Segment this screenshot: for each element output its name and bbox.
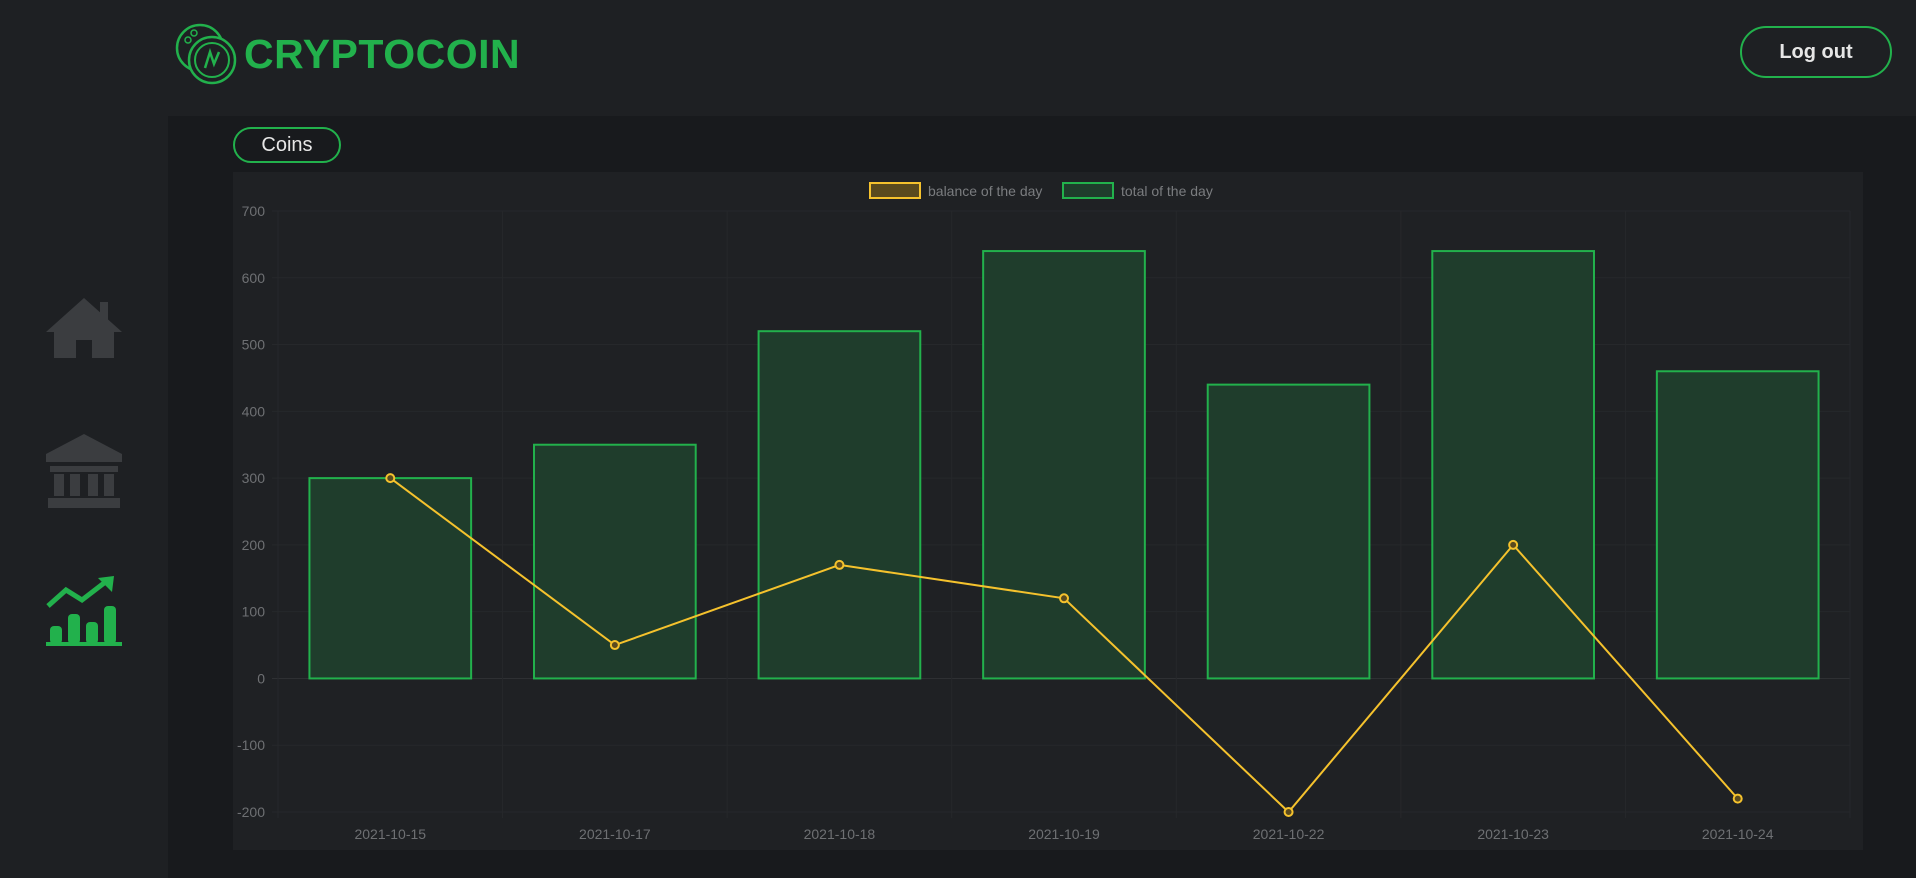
home-icon xyxy=(46,298,122,358)
chart-panel: 700 600 500 400 300 200 100 0 -100 -200 2021-10-15… xyxy=(233,172,1863,850)
point-balance-of-the-day xyxy=(1283,807,1294,817)
point-balance-of-the-day xyxy=(834,559,845,570)
x-tick-label: 2021-10-15 xyxy=(354,826,426,842)
y-tick-label: 100 xyxy=(242,604,266,620)
point-balance-of-the-day xyxy=(1732,793,1743,804)
y-tick-label: 400 xyxy=(242,403,266,419)
bar-total-of-the-day xyxy=(1655,370,1820,680)
x-tick-label: 2021-10-18 xyxy=(804,826,876,842)
y-tick-label: 600 xyxy=(242,270,266,286)
coin-logo-icon xyxy=(175,23,237,85)
sidebar-item-home[interactable] xyxy=(44,292,124,364)
bar-total-of-the-day xyxy=(757,330,922,680)
legend-label-total: total of the day xyxy=(1121,183,1213,199)
y-tick-label: 500 xyxy=(242,337,266,353)
x-tick-label: 2021-10-17 xyxy=(579,826,651,842)
x-tick-label: 2021-10-23 xyxy=(1477,826,1549,842)
tab-coins[interactable]: Coins xyxy=(233,127,341,163)
bar-total-of-the-day xyxy=(308,477,473,680)
legend-swatch-balance xyxy=(869,182,921,199)
x-tick-label: 2021-10-24 xyxy=(1702,826,1774,842)
bar-total-of-the-day xyxy=(982,250,1146,680)
y-tick-label: 300 xyxy=(242,470,266,486)
brand-logo[interactable]: CRYPTOCOIN xyxy=(174,22,520,86)
point-balance-of-the-day xyxy=(1508,539,1519,550)
point-balance-of-the-day xyxy=(1059,593,1069,604)
chart: 700 600 500 400 300 200 100 0 -100 -200 2021-10-15… xyxy=(237,182,1851,842)
y-tick-label: -100 xyxy=(237,737,265,753)
point-balance-of-the-day xyxy=(609,640,620,651)
legend-swatch-total xyxy=(1062,182,1114,199)
legend-label-balance: balance of the day xyxy=(928,183,1042,199)
y-tick-label: 200 xyxy=(242,537,266,553)
logout-button[interactable]: Log out xyxy=(1740,26,1892,78)
bar-total-of-the-day xyxy=(1206,383,1371,680)
sidebar xyxy=(0,116,168,878)
point-balance-of-the-day xyxy=(385,473,396,484)
x-tick-label: 2021-10-19 xyxy=(1028,826,1100,842)
y-tick-label: 0 xyxy=(257,670,265,686)
sidebar-item-bank[interactable] xyxy=(44,432,124,508)
bank-icon xyxy=(46,434,122,508)
header: CRYPTOCOIN Log out xyxy=(0,0,1916,116)
sidebar-item-statistics[interactable] xyxy=(44,576,124,648)
y-tick-label: 700 xyxy=(242,203,266,219)
chart-growth-icon xyxy=(46,576,122,646)
y-tick-label: -200 xyxy=(237,804,265,820)
brand-name: CRYPTOCOIN xyxy=(244,30,521,77)
bar-total-of-the-day xyxy=(1431,250,1595,680)
x-tick-label: 2021-10-22 xyxy=(1253,826,1325,842)
